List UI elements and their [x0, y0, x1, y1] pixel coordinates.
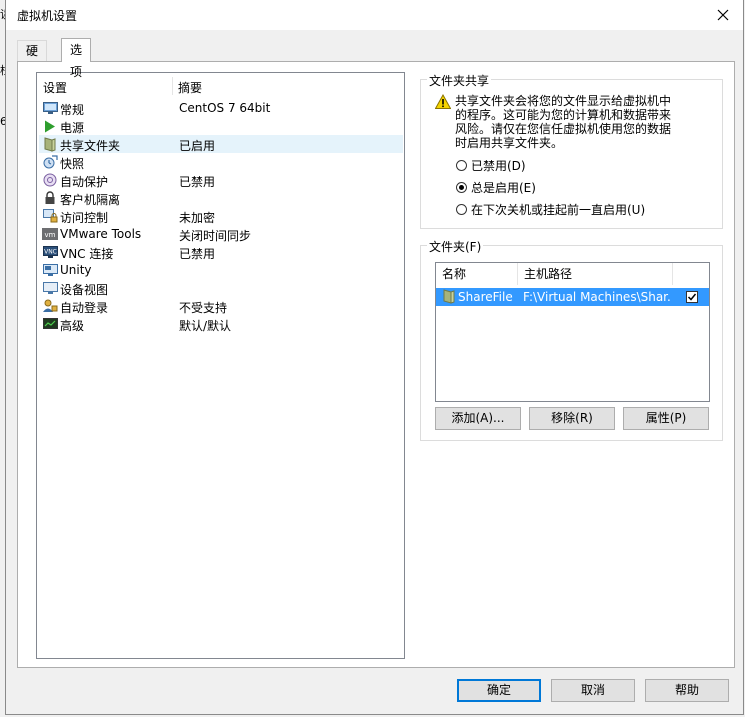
- settings-row-label: 快照: [60, 157, 85, 171]
- power-icon: [42, 118, 58, 134]
- folder-row[interactable]: ShareFile F:\Virtual Machines\Shar...: [436, 288, 709, 306]
- settings-row-access-control[interactable]: 访问控制 未加密: [39, 207, 403, 225]
- unity-icon: [42, 262, 58, 278]
- warning-line: 的程序。这可能为您的计算机和数据带来: [455, 108, 672, 122]
- settings-row-label: 客户机隔离: [60, 193, 121, 207]
- settings-row-vnc[interactable]: VNC VNC 连接 已禁用: [39, 243, 403, 261]
- radio-until-poweroff[interactable]: 在下次关机或挂起前一直启用(U): [456, 200, 645, 218]
- autoprotect-icon: [42, 172, 58, 188]
- folder-sharing-title: 文件夹共享: [427, 72, 492, 89]
- warning-line: 共享文件夹会将您的文件显示给虚拟机中: [455, 94, 672, 108]
- folder-list[interactable]: 名称 主机路径 ShareFile F:\Virtual Machines\Sh…: [435, 262, 710, 402]
- title-bar: 虚拟机设置: [6, 0, 743, 30]
- window-title: 虚拟机设置: [17, 9, 78, 23]
- close-icon: [717, 9, 729, 21]
- ok-button[interactable]: 确定: [457, 679, 541, 702]
- radio-button[interactable]: [456, 159, 467, 171]
- shared-folder-icon: [42, 136, 58, 152]
- warning-line: 风险。请仅在您信任虚拟机使用您的数据: [455, 122, 672, 136]
- folders-title: 文件夹(F): [427, 238, 484, 255]
- radio-label: 在下次关机或挂起前一直启用(U): [471, 202, 646, 217]
- settings-row-summary: 已禁用: [179, 247, 216, 261]
- settings-row-autoprotect[interactable]: 自动保护 已禁用: [39, 171, 403, 189]
- settings-row-label: 自动登录: [60, 301, 109, 315]
- remove-folder-button[interactable]: 移除(R): [529, 407, 615, 430]
- folder-host-path: F:\Virtual Machines\Shar...: [523, 290, 671, 304]
- general-icon: [42, 100, 58, 116]
- settings-row-general[interactable]: 常规 CentOS 7 64bit: [39, 99, 403, 117]
- add-folder-button[interactable]: 添加(A)...: [435, 407, 521, 430]
- vnc-icon: VNC: [42, 244, 58, 260]
- settings-row-advanced[interactable]: 高级 默认/默认: [39, 315, 403, 333]
- column-divider: [172, 77, 173, 95]
- radio-disabled[interactable]: 已禁用(D): [456, 156, 526, 174]
- settings-row-label: Unity: [60, 263, 92, 277]
- column-header-setting[interactable]: 设置: [43, 79, 67, 96]
- sharing-warning-text: 共享文件夹会将您的文件显示给虚拟机中 的程序。这可能为您的计算机和数据带来 风险…: [455, 94, 687, 150]
- svg-text:vm: vm: [45, 231, 56, 239]
- radio-always-enabled[interactable]: 总是启用(E): [456, 178, 536, 196]
- settings-row-label: 电源: [60, 121, 85, 135]
- svg-text:VNC: VNC: [44, 248, 57, 255]
- settings-row-label: 自动保护: [60, 175, 109, 189]
- snapshot-icon: [42, 154, 58, 170]
- settings-row-summary: 已启用: [179, 139, 216, 153]
- help-button[interactable]: 帮助: [645, 679, 729, 702]
- settings-row-power[interactable]: 电源: [39, 117, 403, 135]
- settings-row-label: VNC 连接: [60, 247, 114, 261]
- options-panel: 设置 摘要 常规 CentOS 7 64bit 电源 共享文件夹 已启用 快照 …: [17, 61, 735, 668]
- settings-row-summary: 已禁用: [179, 175, 216, 189]
- vmware-tools-icon: vm: [42, 226, 58, 242]
- column-header-name[interactable]: 名称: [436, 263, 518, 285]
- settings-row-summary: CentOS 7 64bit: [179, 101, 271, 115]
- radio-label: 已禁用(D): [471, 158, 526, 173]
- radio-button[interactable]: [456, 181, 467, 193]
- warning-line: 时启用共享文件夹。: [455, 136, 564, 150]
- checkmark-icon: [687, 293, 697, 301]
- settings-row-summary: 不受支持: [179, 301, 228, 315]
- settings-row-label: VMware Tools: [60, 227, 142, 241]
- settings-row-label: 常规: [60, 103, 85, 117]
- settings-row-summary: 默认/默认: [179, 319, 232, 333]
- settings-row-vmware-tools[interactable]: vm VMware Tools 关闭时间同步: [39, 225, 403, 243]
- settings-row-shared-folders[interactable]: 共享文件夹 已启用: [39, 135, 403, 153]
- advanced-icon: [42, 316, 58, 332]
- folders-group: 文件夹(F) 名称 主机路径 ShareFile F:\Virtual Mach…: [420, 238, 723, 441]
- shared-folder-icon: [443, 289, 455, 304]
- radio-label: 总是启用(E): [471, 180, 536, 195]
- device-view-icon: [42, 280, 58, 296]
- autologin-icon: [42, 298, 58, 314]
- settings-row-label: 共享文件夹: [60, 139, 121, 153]
- access-control-icon: [42, 208, 58, 224]
- settings-row-label: 高级: [60, 319, 85, 333]
- settings-row-snapshots[interactable]: 快照: [39, 153, 403, 171]
- vm-settings-dialog: 虚拟机设置 硬件 选项 设置 摘要 常规 CentOS 7 64bit: [5, 0, 744, 715]
- settings-row-summary: 未加密: [179, 211, 216, 225]
- folder-enabled-checkbox[interactable]: [686, 291, 698, 303]
- settings-row-label: 访问控制: [60, 211, 109, 225]
- settings-row-label: 设备视图: [60, 283, 109, 297]
- settings-row-device-view[interactable]: 设备视图: [39, 279, 403, 297]
- column-header-host-path[interactable]: 主机路径: [518, 263, 673, 285]
- guest-isolation-icon: [42, 190, 58, 206]
- folder-sharing-group: 文件夹共享 共享文件夹会将您的文件显示给虚拟机中 的程序。这可能为您的计算机和数…: [420, 72, 723, 229]
- folder-properties-button[interactable]: 属性(P): [623, 407, 709, 430]
- tab-hardware[interactable]: 硬件: [17, 40, 48, 78]
- settings-row-summary: 关闭时间同步: [179, 229, 252, 243]
- warning-icon: [435, 94, 451, 109]
- settings-row-guest-isolation[interactable]: 客户机隔离: [39, 189, 403, 207]
- tab-options[interactable]: 选项: [61, 38, 92, 79]
- settings-list-header: 设置 摘要: [37, 77, 404, 95]
- folder-name: ShareFile: [458, 290, 513, 304]
- settings-row-autologin[interactable]: 自动登录 不受支持: [39, 297, 403, 315]
- settings-row-unity[interactable]: Unity: [39, 261, 403, 279]
- close-button[interactable]: [711, 3, 735, 27]
- settings-list[interactable]: 设置 摘要 常规 CentOS 7 64bit 电源 共享文件夹 已启用 快照 …: [36, 72, 405, 659]
- cancel-button[interactable]: 取消: [551, 679, 635, 702]
- column-header-summary[interactable]: 摘要: [178, 79, 202, 96]
- radio-button[interactable]: [456, 203, 467, 215]
